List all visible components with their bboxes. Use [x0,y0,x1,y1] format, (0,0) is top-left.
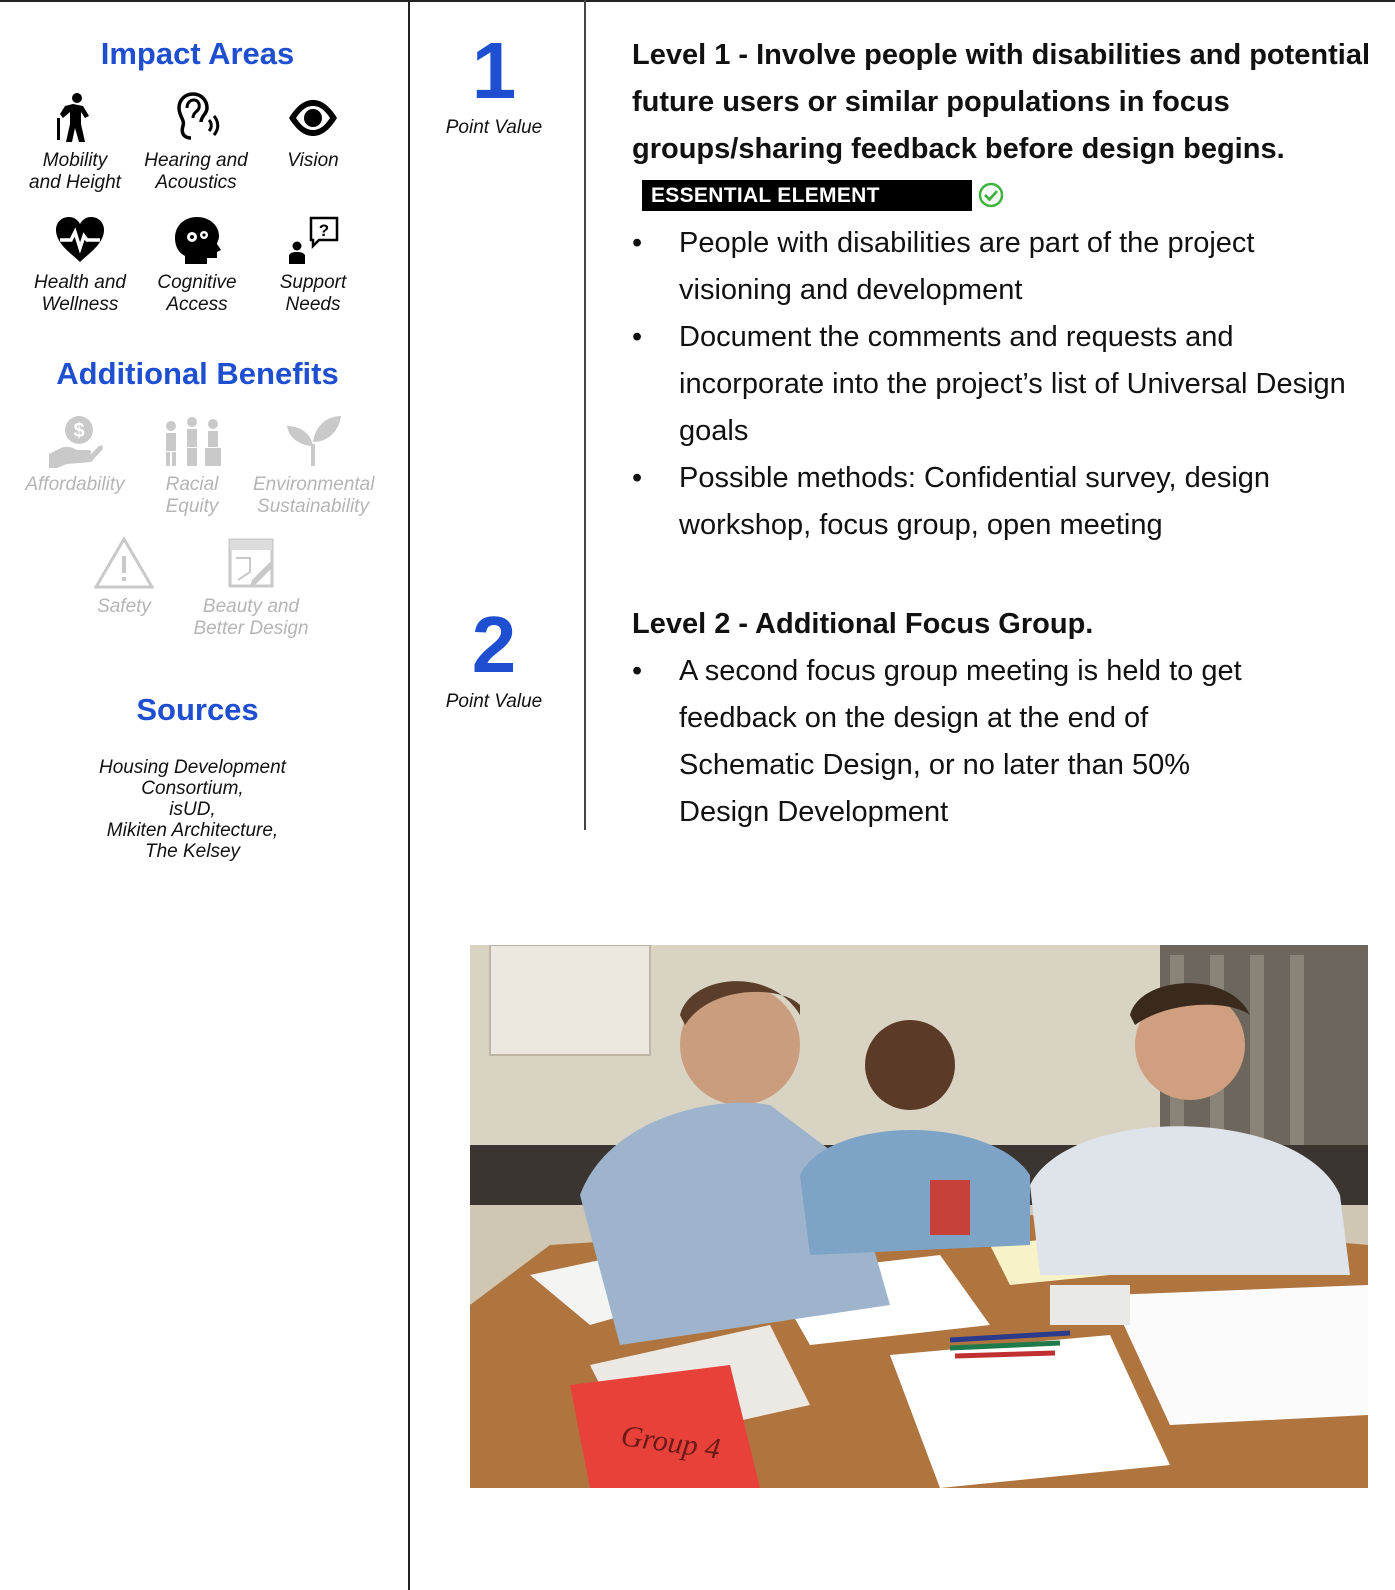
vision-label: Vision [287,150,339,171]
safety-icon [93,536,155,589]
design-icon [228,538,274,588]
sustainability-label-2: Sustainability [257,496,369,517]
racial-equity-label: Racial [165,474,219,495]
benefit-sustainability: Environmental Sustainability [253,414,375,518]
impact-vision: Vision [253,92,373,172]
check-circle-icon [978,182,1003,208]
point-value-label: Point Value [445,117,543,138]
level-1-title: Level 1 - Involve people with disabiliti… [632,32,1372,220]
mobility-label-2: and Height [29,172,121,193]
sustainability-icon [287,416,341,466]
level-1: Level 1 - Involve people with disabiliti… [632,32,1372,549]
list-item: People with disabilities are part of the… [632,220,1372,314]
design-label: Beauty and [202,596,300,617]
list-item: Document the comments and requests and i… [632,314,1372,455]
essential-element-badge: ESSENTIAL ELEMENT [642,180,972,211]
source-line: Consortium, [141,778,244,799]
source-line: Mikiten Architecture, [106,820,279,841]
impact-areas-title: Impact Areas [100,36,295,71]
support-icon: ? [289,216,339,264]
health-label-2: Wellness [41,294,119,315]
point-number: 2 [471,600,517,689]
affordability-label: Affordability [25,474,125,495]
racial-equity-label-2: Equity [165,496,219,517]
list-item: Possible methods: Confidential survey, d… [632,455,1372,549]
point-value-2: 2 Point Value [430,605,558,713]
svg-text:$: $ [73,420,84,442]
benefit-design: Beauty and Better Design [191,536,311,640]
point-value-label: Point Value [445,691,543,712]
sidebar-divider [408,0,410,1590]
additional-benefits-title: Additional Benefits [56,356,339,391]
racial-equity-icon [166,417,221,466]
point-number: 1 [471,26,517,115]
source-line: The Kelsey [144,841,241,862]
hearing-label-2: Acoustics [155,172,237,193]
mobility-icon [57,93,89,142]
photo-illustration: Group 4 [470,945,1368,1488]
support-label-2: Needs [285,294,341,315]
hearing-label: Hearing and [144,150,248,171]
sources-title: Sources [136,692,259,727]
design-label-2: Better Design [193,618,309,639]
focus-group-photo: Group 4 [470,945,1368,1488]
level-2: Level 2 - Additional Focus Group. A seco… [632,601,1372,836]
point-value-1: 1 Point Value [430,31,558,139]
affordability-icon: $ [49,416,103,468]
level-2-title: Level 2 - Additional Focus Group. [632,608,1094,640]
vision-icon [289,100,337,136]
heart-icon [56,217,104,262]
point-value-divider [584,0,586,830]
impact-support: ? Support Needs [253,214,373,316]
source-line: isUD, [169,799,216,820]
cognitive-label-2: Access [166,294,228,315]
impact-health: Health and Wellness [20,214,140,316]
impact-hearing: Hearing and Acoustics [136,92,256,194]
hearing-icon [177,92,220,140]
list-item: A second focus group meeting is held to … [632,648,1372,836]
mobility-label: Mobility [42,150,108,171]
level-1-title-text: Level 1 - Involve people with disabiliti… [632,39,1371,165]
safety-label: Safety [97,596,151,617]
benefit-racial-equity: Racial Equity [132,414,252,518]
benefit-safety: Safety [64,536,184,618]
impact-mobility: Mobility and Height [15,92,135,194]
sources-list: Housing Development Consortium, isUD, Mi… [0,757,385,862]
level-2-bullets: A second focus group meeting is held to … [632,648,1372,836]
brain-icon [175,217,221,264]
support-label: Support [279,272,347,293]
benefit-affordability: $ Affordability [15,414,135,496]
level-1-bullets: People with disabilities are part of the… [632,220,1372,549]
source-line: Housing Development [99,757,286,778]
sustainability-label: Environmental [253,474,375,495]
cognitive-label: Cognitive [157,272,237,293]
impact-cognitive: Cognitive Access [137,214,257,316]
svg-text:?: ? [319,221,329,240]
top-rule [0,0,1395,2]
health-label: Health and [34,272,126,293]
